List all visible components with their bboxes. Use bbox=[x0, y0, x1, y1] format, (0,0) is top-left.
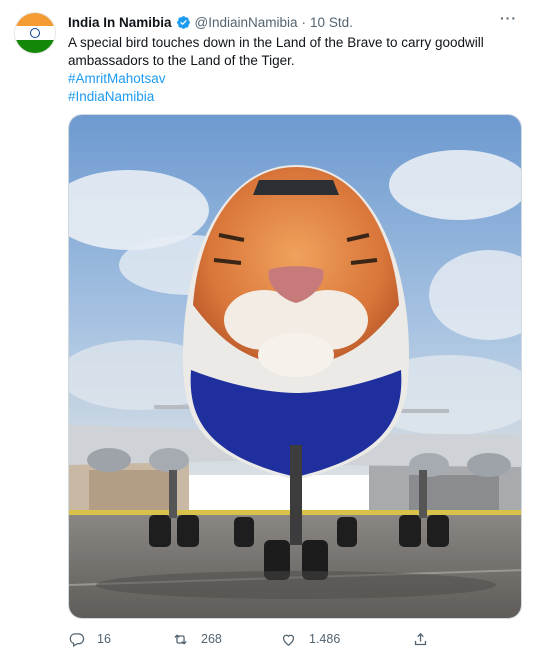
avatar[interactable] bbox=[14, 12, 56, 54]
separator-dot: · bbox=[301, 14, 307, 30]
retweet-button[interactable]: 268 bbox=[172, 631, 280, 648]
verified-badge-icon bbox=[176, 15, 190, 29]
tweet-actions: 16 268 1.486 bbox=[68, 628, 518, 650]
tweet-media-image[interactable] bbox=[68, 114, 522, 619]
like-button[interactable]: 1.486 bbox=[280, 631, 412, 648]
retweet-icon bbox=[174, 633, 187, 645]
share-button[interactable] bbox=[412, 631, 429, 648]
airplane-photo bbox=[69, 115, 521, 618]
tweet-text: A special bird touches down in the Land … bbox=[68, 34, 518, 106]
more-options-icon[interactable]: ··· bbox=[500, 10, 517, 26]
timestamp[interactable]: 10 Std. bbox=[310, 15, 353, 30]
hashtag-link[interactable]: #AmritMahotsav bbox=[68, 70, 518, 88]
share-icon bbox=[414, 632, 427, 645]
display-name[interactable]: India In Namibia bbox=[68, 15, 172, 30]
user-handle[interactable]: @IndiainNamibia bbox=[195, 15, 298, 30]
heart-icon bbox=[282, 634, 295, 646]
reply-count: 16 bbox=[97, 632, 111, 646]
tweet-body: A special bird touches down in the Land … bbox=[68, 35, 484, 68]
tweet-header: India In Namibia @IndiainNamibia · 10 St… bbox=[68, 12, 517, 32]
retweet-count: 268 bbox=[201, 632, 222, 646]
like-count: 1.486 bbox=[309, 632, 341, 646]
hashtag-link[interactable]: #IndiaNamibia bbox=[68, 88, 518, 106]
reply-button[interactable]: 16 bbox=[68, 631, 172, 648]
tweet-card[interactable]: India In Namibia @IndiainNamibia · 10 St… bbox=[0, 0, 535, 655]
reply-icon bbox=[69, 632, 85, 647]
ashoka-chakra-icon bbox=[30, 28, 40, 38]
